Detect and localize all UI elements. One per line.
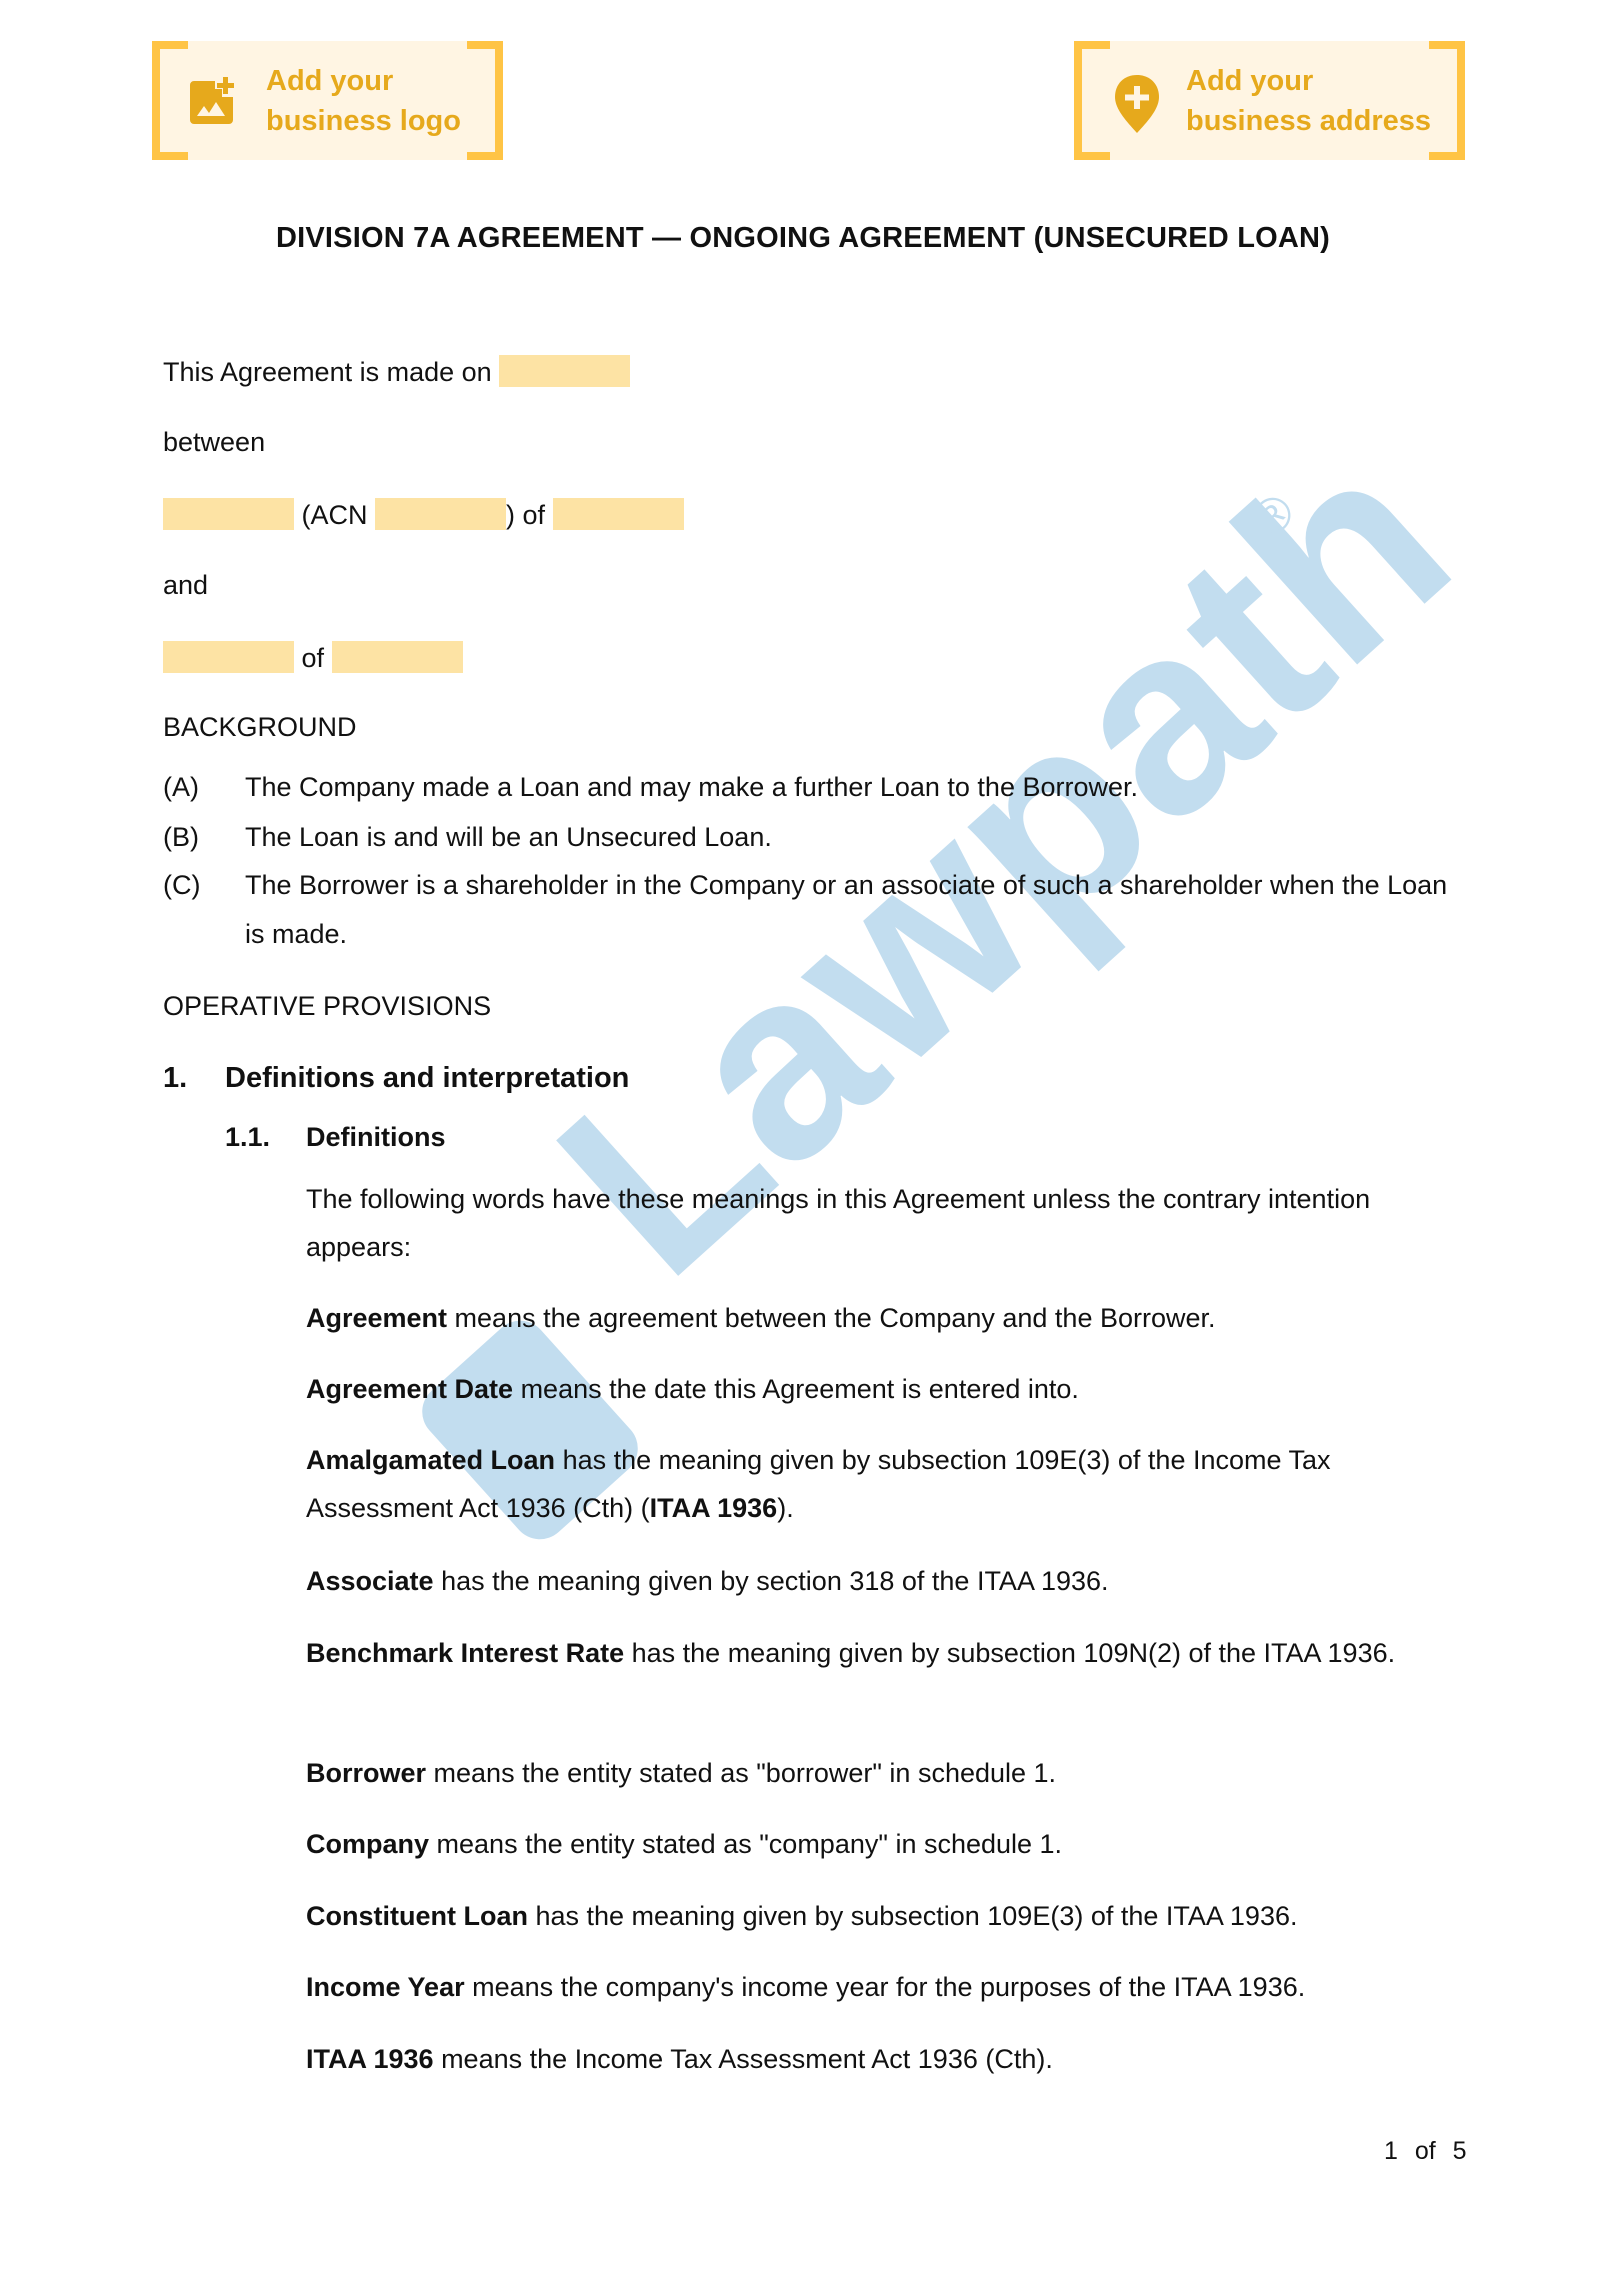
definition-item: Agreement Date means the date this Agree… (306, 1365, 1466, 1413)
item-label: (A) (163, 772, 199, 802)
add-location-pin-icon (1115, 75, 1159, 133)
of-label: of (301, 643, 325, 673)
section-1-title: Definitions and interpretation (225, 1062, 630, 1094)
company-acn-field[interactable] (375, 498, 507, 530)
bracket-left (1074, 41, 1110, 160)
registered-mark: ® (1240, 482, 1305, 548)
background-heading: BACKGROUND (163, 712, 357, 742)
definition-item: ITAA 1936 means the Income Tax Assessmen… (306, 2035, 1466, 2083)
acn-close-label: ) of (506, 500, 546, 530)
definition-text: means the entity stated as "borrower" in… (426, 1758, 1057, 1788)
definition-item: Agreement means the agreement between th… (306, 1294, 1466, 1342)
definition-text: means the Income Tax Assessment Act 1936… (433, 2044, 1053, 2074)
definition-text: has the meaning given by subsection 109E… (527, 1901, 1298, 1931)
section-1-number: 1. (163, 1062, 188, 1094)
agreement-date-field[interactable] (499, 355, 631, 387)
definition-term: Benchmark Interest Rate (306, 1638, 625, 1668)
definition-item: Company means the entity stated as "comp… (306, 1820, 1466, 1868)
item-text: The Borrower is a shareholder in the Com… (245, 870, 1448, 949)
borrower-party-line: of (163, 641, 463, 674)
add-image-icon (190, 77, 234, 124)
borrower-name-field[interactable] (163, 641, 294, 673)
definition-term: Agreement Date (306, 1374, 514, 1404)
definition-item: Benchmark Interest Rate has the meaning … (306, 1629, 1466, 1677)
add-business-logo-button[interactable]: Add your business logo (152, 41, 503, 160)
definition-item: Borrower means the entity stated as "bor… (306, 1749, 1466, 1797)
bracket-right (1429, 41, 1465, 160)
address-cta-line1: Add your (1186, 65, 1314, 97)
item-text: The Company made a Loan and may make a f… (245, 772, 1139, 802)
definition-item: Associate has the meaning given by secti… (306, 1557, 1466, 1605)
definition-term: Associate (306, 1566, 434, 1596)
add-business-address-button[interactable]: Add your business address (1074, 41, 1465, 160)
made-on-line: This Agreement is made on (163, 355, 631, 388)
definition-term: Constituent Loan (306, 1901, 528, 1931)
definition-item: Amalgamated Loan has the meaning given b… (306, 1436, 1466, 1532)
definitions-intro: The following words have these meanings … (306, 1184, 1371, 1262)
definition-text: means the entity stated as "company" in … (429, 1829, 1063, 1859)
definition-text: has the meaning given by subsection 109N… (624, 1638, 1396, 1668)
page-of: of (1414, 2137, 1436, 2165)
address-cta-line2: business address (1186, 105, 1431, 137)
company-address-field[interactable] (552, 498, 684, 530)
borrower-address-field[interactable] (331, 641, 463, 673)
company-name-field[interactable] (163, 498, 294, 530)
document-title: DIVISION 7A AGREEMENT — ONGOING AGREEMEN… (275, 222, 1331, 254)
acn-open-label: (ACN (301, 500, 368, 530)
operative-provisions-heading: OPERATIVE PROVISIONS (163, 991, 492, 1021)
definition-term: Amalgamated Loan (306, 1445, 556, 1475)
definition-item: Income Year means the company's income y… (306, 1963, 1466, 2011)
logo-cta-line1: Add your (266, 65, 394, 97)
bracket-left (152, 41, 188, 160)
definition-text: means the date this Agreement is entered… (513, 1374, 1079, 1404)
definition-term: Borrower (306, 1758, 427, 1788)
between-label: between (163, 427, 266, 457)
definition-term: Income Year (306, 1972, 465, 2002)
current-page: 1 (1384, 2137, 1398, 2165)
section-1-1-number: 1.1. (225, 1122, 271, 1152)
definition-tail: ). (777, 1493, 794, 1523)
logo-cta-line2: business logo (266, 105, 461, 137)
item-label: (B) (163, 822, 199, 852)
page-number: 1 of 5 (1384, 2137, 1467, 2166)
definition-term: Agreement (306, 1303, 448, 1333)
definition-item: Constituent Loan has the meaning given b… (306, 1892, 1466, 1940)
company-party-line: (ACN ) of (163, 498, 684, 531)
total-pages: 5 (1452, 2137, 1467, 2165)
definition-term: Company (306, 1829, 430, 1859)
made-on-label: This Agreement is made on (163, 357, 492, 387)
definition-text: has the meaning given by section 318 of … (433, 1566, 1109, 1596)
item-text: The Loan is and will be an Unsecured Loa… (245, 822, 772, 852)
definition-term-abbrev: ITAA 1936 (649, 1493, 778, 1523)
definition-text: means the agreement between the Company … (447, 1303, 1216, 1333)
and-label: and (163, 570, 209, 600)
definition-text: means the company's income year for the … (464, 1972, 1306, 2002)
bracket-right (467, 41, 503, 160)
section-1-1-title: Definitions (306, 1122, 446, 1152)
item-label: (C) (163, 870, 201, 900)
definition-term: ITAA 1936 (306, 2044, 434, 2074)
